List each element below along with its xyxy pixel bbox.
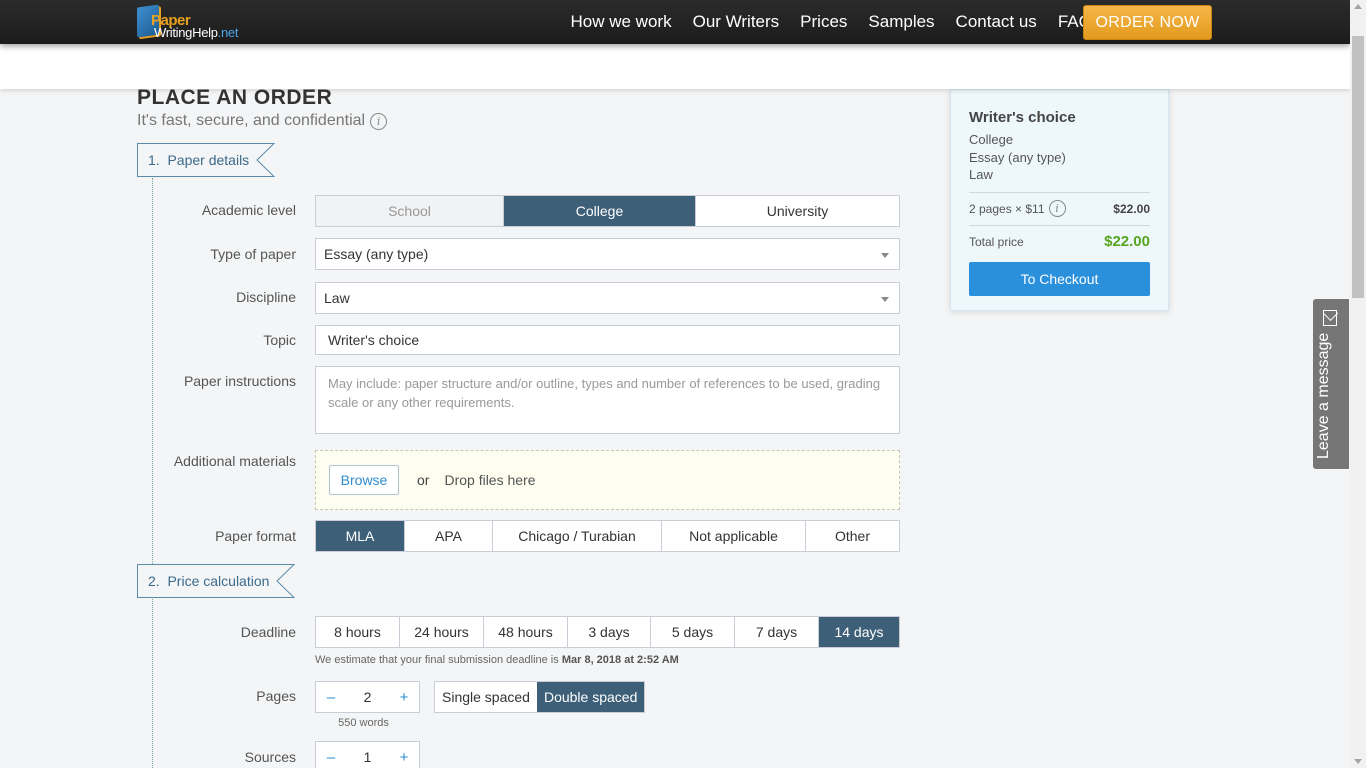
summary-total-amount: $22.00: [1104, 233, 1150, 250]
academic-level-label: Academic level: [201, 202, 296, 218]
summary-total-row: Total price $22.00: [969, 226, 1150, 258]
step-price-calculation: 2. Price calculation: [137, 564, 296, 598]
info-icon[interactable]: i: [1048, 200, 1066, 217]
topic-label: Topic: [263, 332, 296, 348]
top-navbar: Paper WritingHelp.net How we work Our Wr…: [0, 0, 1350, 44]
spacing-option-single[interactable]: Single spaced: [435, 682, 537, 712]
academic-level-selector: School College University: [315, 195, 900, 227]
deadline-option-8h[interactable]: 8 hours: [316, 617, 400, 647]
page-scrollbar[interactable]: [1350, 0, 1366, 768]
nav-samples[interactable]: Samples: [868, 12, 934, 32]
subheader-bar: [0, 44, 1350, 89]
discipline-select[interactable]: Law: [315, 282, 900, 314]
page-subtitle: It's fast, secure, and confidential i: [137, 112, 388, 130]
sources-value[interactable]: 1: [346, 749, 389, 765]
instructions-label: Paper instructions: [183, 373, 296, 389]
deadline-option-3d[interactable]: 3 days: [568, 617, 651, 647]
pages-value[interactable]: 2: [346, 689, 389, 705]
level-option-school[interactable]: School: [316, 196, 504, 226]
deadline-label: Deadline: [240, 624, 296, 640]
discipline-value: Law: [324, 290, 350, 306]
format-option-mla[interactable]: MLA: [316, 521, 405, 551]
deadline-selector: 8 hours 24 hours 48 hours 3 days 5 days …: [315, 616, 900, 648]
scroll-up-arrow-icon[interactable]: [1354, 4, 1362, 9]
format-option-chicago[interactable]: Chicago / Turabian: [493, 521, 662, 551]
type-of-paper-label: Type of paper: [210, 246, 296, 262]
step-number: 2.: [148, 573, 160, 589]
or-text: or: [417, 472, 430, 488]
word-count: 550 words: [338, 717, 389, 729]
type-of-paper-value: Essay (any type): [324, 246, 429, 262]
step-label: Paper details: [167, 152, 250, 168]
materials-label: Additional materials: [173, 453, 296, 469]
plus-icon[interactable]: +: [389, 749, 419, 766]
deadline-option-24h[interactable]: 24 hours: [400, 617, 484, 647]
format-option-not-applicable[interactable]: Not applicable: [662, 521, 806, 551]
order-summary-card: Writer's choice College Essay (any type)…: [950, 89, 1169, 311]
pages-stepper: – 2 +: [315, 681, 420, 713]
deadline-option-7d[interactable]: 7 days: [735, 617, 819, 647]
minus-icon[interactable]: –: [316, 689, 346, 706]
nav-contact-us[interactable]: Contact us: [956, 12, 1037, 32]
pages-label: Pages: [256, 688, 296, 704]
scroll-down-arrow-icon[interactable]: [1354, 759, 1362, 764]
summary-discipline: Law: [969, 167, 993, 182]
sources-label: Sources: [244, 749, 296, 765]
minus-icon[interactable]: –: [316, 749, 346, 766]
subtitle-text: It's fast, secure, and confidential: [137, 112, 366, 129]
drop-files-text: Drop files here: [444, 472, 536, 488]
leave-message-text: Leave a message: [1315, 332, 1332, 459]
step-paper-details: 1. Paper details: [137, 143, 276, 177]
spacing-option-double[interactable]: Double spaced: [536, 682, 645, 712]
leave-message-tab[interactable]: Leave a message: [1313, 299, 1349, 469]
nav-how-we-work[interactable]: How we work: [571, 12, 672, 32]
discipline-label: Discipline: [236, 289, 296, 305]
main-nav: How we work Our Writers Prices Samples C…: [560, 0, 1102, 44]
nav-our-writers[interactable]: Our Writers: [693, 12, 780, 32]
deadline-estimate: We estimate that your final submission d…: [315, 654, 679, 666]
nav-prices[interactable]: Prices: [800, 12, 847, 32]
level-option-university[interactable]: University: [696, 196, 899, 226]
format-option-apa[interactable]: APA: [405, 521, 493, 551]
step-arrow-icon: [276, 564, 296, 598]
paper-format-label: Paper format: [215, 528, 296, 544]
summary-pages-text: 2 pages × $11: [969, 201, 1045, 216]
scrollbar-thumb[interactable]: [1352, 36, 1364, 298]
spacing-selector: Single spaced Double spaced: [434, 681, 646, 713]
deadline-option-5d[interactable]: 5 days: [651, 617, 735, 647]
order-now-button[interactable]: ORDER NOW: [1083, 5, 1212, 40]
format-option-other[interactable]: Other: [806, 521, 899, 551]
topic-input[interactable]: Writer's choice: [315, 325, 900, 355]
type-of-paper-select[interactable]: Essay (any type): [315, 238, 900, 270]
chevron-down-icon: [881, 253, 889, 258]
summary-total-label: Total price: [969, 234, 1024, 249]
summary-pages-amount: $22.00: [1113, 201, 1150, 216]
step-number: 1.: [148, 152, 160, 168]
paper-format-selector: MLA APA Chicago / Turabian Not applicabl…: [315, 520, 900, 552]
envelope-icon: [1323, 310, 1337, 326]
sources-stepper: – 1 +: [315, 741, 420, 768]
step-label: Price calculation: [167, 573, 270, 589]
deadline-date: Mar 8, 2018 at 2:52 AM: [561, 654, 679, 666]
plus-icon[interactable]: +: [389, 689, 419, 706]
summary-level: College: [969, 132, 1014, 147]
instructions-textarea[interactable]: May include: paper structure and/or outl…: [315, 366, 900, 434]
deadline-option-48h[interactable]: 48 hours: [484, 617, 568, 647]
deadline-option-14d[interactable]: 14 days: [819, 617, 899, 647]
browse-button[interactable]: Browse: [329, 465, 399, 495]
file-dropzone[interactable]: Browse or Drop files here: [315, 450, 900, 510]
summary-pages-row: 2 pages × $11 i $22.00: [969, 193, 1150, 225]
page-title: PLACE AN ORDER: [137, 86, 333, 109]
logo-text-rest: WritingHelp.net: [154, 25, 239, 40]
info-icon[interactable]: i: [370, 112, 388, 130]
chevron-down-icon: [881, 297, 889, 302]
steps-connector: [152, 178, 153, 768]
summary-topic: Writer's choice: [969, 109, 1076, 126]
deadline-note-text: We estimate that your final submission d…: [315, 654, 559, 666]
level-option-college[interactable]: College: [504, 196, 696, 226]
step-arrow-icon: [256, 143, 276, 177]
site-logo[interactable]: Paper WritingHelp.net: [137, 4, 262, 40]
summary-type: Essay (any type): [969, 149, 1066, 165]
checkout-button[interactable]: To Checkout: [969, 261, 1150, 296]
